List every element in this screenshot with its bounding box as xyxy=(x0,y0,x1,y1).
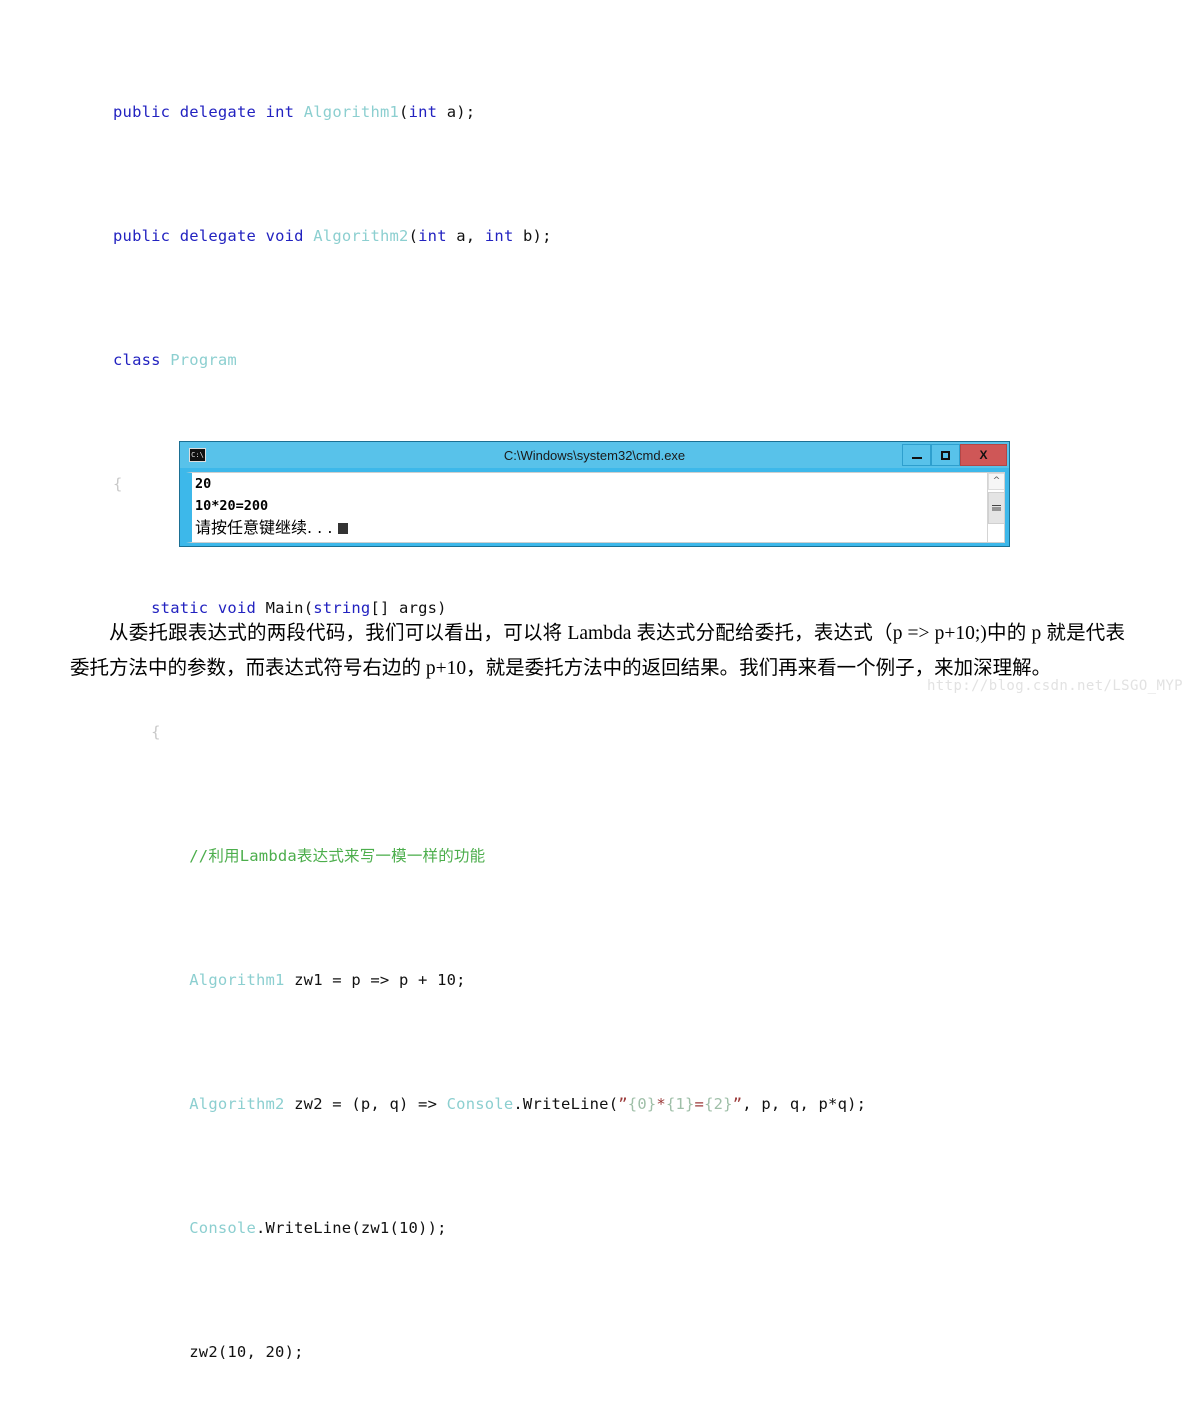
console-scrollbar[interactable]: ^ xyxy=(987,473,1004,542)
lambda-assign-zw1: zw1 = p => p + 10; xyxy=(284,971,466,989)
call-writeline-zw1: .WriteLine(zw1(10)); xyxy=(256,1219,447,1237)
scrollbar-thumb[interactable] xyxy=(988,492,1004,524)
window-titlebar[interactable]: C:\ C:\Windows\system32\cmd.exe X xyxy=(180,442,1009,468)
window-title: C:\Windows\system32\cmd.exe xyxy=(503,447,686,463)
window-controls: X xyxy=(902,444,1007,466)
type-algorithm1: Algorithm1 xyxy=(303,103,400,121)
string-quote-open: ” xyxy=(618,1095,628,1113)
console-cursor xyxy=(337,523,348,534)
keyword-int-param-a: int xyxy=(418,227,447,245)
code-line-11: zw2(10, 20); xyxy=(113,1337,1013,1368)
type-algorithm2: Algorithm2 xyxy=(313,227,409,245)
type-program: Program xyxy=(170,351,237,369)
keyword-public: public xyxy=(113,103,171,121)
keyword-int: int xyxy=(265,103,295,121)
type-algorithm2: Algorithm2 xyxy=(189,1095,285,1113)
console-line-3: 请按任意键继续. . . xyxy=(195,518,338,537)
code-block: public delegate int Algorithm1(int a); p… xyxy=(113,4,1013,1416)
console-output-text: 20 10*20=200 请按任意键继续. . . xyxy=(195,473,348,540)
method-args: [] args) xyxy=(370,599,447,617)
code-line-3: class Program xyxy=(113,345,1013,376)
type-algorithm1: Algorithm1 xyxy=(189,971,285,989)
keyword-delegate: delegate xyxy=(179,103,257,121)
keyword-static: static xyxy=(151,599,209,617)
keyword-string: string xyxy=(313,599,371,617)
code-comment: //利用Lambda表达式来写一模一样的功能 xyxy=(189,847,486,865)
console-line-1: 20 xyxy=(195,476,212,492)
cmd-console-window[interactable]: C:\ C:\Windows\system32\cmd.exe X 20 10*… xyxy=(179,441,1010,547)
keyword-void: void xyxy=(265,227,304,245)
keyword-public: public xyxy=(113,227,171,245)
close-button[interactable]: X xyxy=(960,444,1007,466)
blog-watermark: http://blog.csdn.net/LSGO_MYP xyxy=(926,678,1183,694)
code-line-10: Console.WriteLine(zw1(10)); xyxy=(113,1213,1013,1244)
call-zw2: zw2(10, 20); xyxy=(189,1343,304,1361)
code-line-7: //利用Lambda表达式来写一模一样的功能 xyxy=(113,841,1013,872)
keyword-void: void xyxy=(217,599,257,617)
brace-open-main: { xyxy=(151,723,161,741)
keyword-int-param: int xyxy=(408,103,438,121)
lambda-assign-zw2: zw2 = (p, q) => xyxy=(284,1095,447,1113)
type-console: Console xyxy=(189,1219,256,1237)
scrollbar-grip-icon xyxy=(992,504,1001,512)
minimize-button[interactable] xyxy=(902,444,931,466)
keyword-class: class xyxy=(113,351,161,369)
code-line-9: Algorithm2 zw2 = (p, q) => Console.Write… xyxy=(113,1089,1013,1120)
format-placeholder-1: {1} xyxy=(665,1095,695,1113)
console-line-2: 10*20=200 xyxy=(195,498,269,514)
code-param-a: a, xyxy=(446,227,485,245)
maximize-button[interactable] xyxy=(931,444,960,466)
code-punct: ( xyxy=(408,227,419,245)
code-line-1: public delegate int Algorithm1(int a); xyxy=(113,97,1013,128)
code-line-8: Algorithm1 zw1 = p => p + 10; xyxy=(113,965,1013,996)
code-line-6: { xyxy=(113,717,1013,748)
code-punct: ( xyxy=(399,103,409,121)
string-quote-close: ” xyxy=(732,1095,743,1113)
scroll-up-arrow-icon[interactable]: ^ xyxy=(988,473,1004,490)
brace-open-class: { xyxy=(113,475,123,493)
type-console: Console xyxy=(446,1095,514,1113)
call-writeline: .WriteLine( xyxy=(513,1095,619,1113)
method-main: Main( xyxy=(265,599,314,617)
code-param-b: b); xyxy=(513,227,552,245)
format-operator-equals: = xyxy=(694,1095,705,1113)
writeline-args: , p, q, p*q); xyxy=(742,1095,867,1113)
code-param-a: a); xyxy=(437,103,476,121)
format-operator-star: * xyxy=(656,1095,666,1113)
minimize-icon xyxy=(911,456,922,459)
keyword-delegate: delegate xyxy=(179,227,257,245)
console-output-area[interactable]: 20 10*20=200 请按任意键继续. . . ^ xyxy=(186,472,1005,543)
maximize-icon xyxy=(941,450,950,460)
keyword-int-param-b: int xyxy=(484,227,514,245)
body-paragraph: 从委托跟表达式的两段代码，我们可以看出，可以将 Lambda 表达式分配给委托，… xyxy=(70,622,1125,679)
code-line-2: public delegate void Algorithm2(int a, i… xyxy=(113,221,1013,252)
format-placeholder-0: {0} xyxy=(627,1095,657,1113)
format-placeholder-2: {2} xyxy=(704,1095,733,1113)
